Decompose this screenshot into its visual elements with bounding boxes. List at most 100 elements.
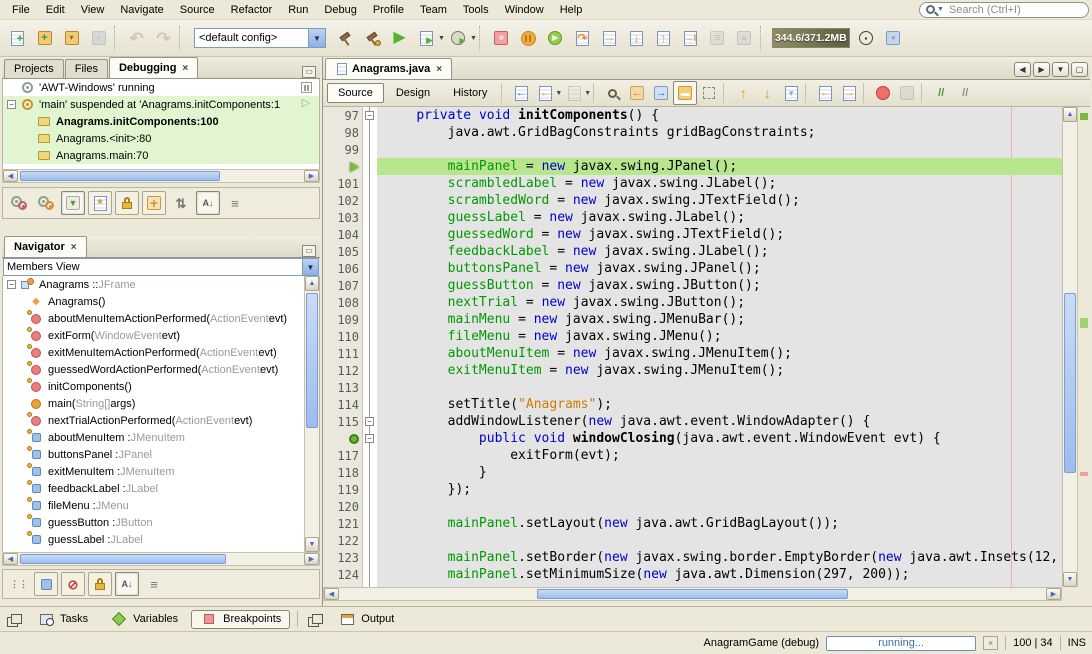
- menu-source[interactable]: Source: [172, 1, 223, 19]
- menu-team[interactable]: Team: [412, 1, 455, 19]
- member-row[interactable]: aboutMenuItem : JMenuItem: [3, 429, 304, 446]
- close-icon[interactable]: ×: [182, 63, 188, 74]
- find-previous-button[interactable]: ←: [625, 81, 649, 105]
- line-number[interactable]: 119: [323, 481, 362, 498]
- previous-bookmark-button[interactable]: ↑: [731, 81, 755, 105]
- scroll-left-arrow[interactable]: ◀: [3, 170, 18, 182]
- line-number[interactable]: 106: [323, 260, 362, 277]
- forward-button[interactable]: →: [562, 81, 586, 105]
- pause-mini[interactable]: [297, 79, 315, 96]
- tab-variables[interactable]: Variables: [101, 610, 187, 629]
- tab-breakpoints[interactable]: Breakpoints: [191, 610, 290, 629]
- menu-profile[interactable]: Profile: [365, 1, 412, 19]
- line-number[interactable]: 101: [323, 175, 362, 192]
- back-button[interactable]: ←: [533, 81, 557, 105]
- line-number[interactable]: [323, 158, 362, 175]
- view-design-button[interactable]: Design: [385, 83, 441, 103]
- fold-toggle-icon[interactable]: −: [365, 111, 374, 120]
- window-group-icon[interactable]: [308, 614, 322, 625]
- take-snapshot-button[interactable]: ●: [731, 25, 758, 52]
- sort-natural-button[interactable]: ≡: [223, 191, 247, 215]
- comment-button[interactable]: //: [929, 81, 953, 105]
- line-number[interactable]: 102: [323, 192, 362, 209]
- line-number[interactable]: 111: [323, 345, 362, 362]
- scrollbar-thumb[interactable]: [1064, 293, 1076, 473]
- stack-frame-row[interactable]: Anagrams.<init>:80: [3, 130, 319, 147]
- navigator-hscrollbar[interactable]: ◀ ▶: [2, 552, 320, 566]
- stack-frame-row[interactable]: Anagrams.main:70: [3, 147, 319, 164]
- code-editor[interactable]: private void initComponents() { java.awt…: [377, 107, 1062, 587]
- stack-frame-row[interactable]: Anagrams.initComponents:100: [3, 113, 319, 130]
- minimize-panel-icon[interactable]: ▭: [302, 245, 316, 257]
- run-project-button[interactable]: ▶: [386, 25, 413, 52]
- scrollbar-thumb[interactable]: [306, 293, 318, 428]
- start-macro-recording-button[interactable]: [871, 81, 895, 105]
- collapse-toggle-icon[interactable]: −: [7, 100, 16, 109]
- line-number[interactable]: 104: [323, 226, 362, 243]
- sort-alphabetically-toggle[interactable]: A↓: [115, 572, 139, 596]
- fold-toggle-icon[interactable]: −: [365, 434, 374, 443]
- line-number[interactable]: 114: [323, 396, 362, 413]
- thread-row[interactable]: −'main' suspended at 'Anagrams.initCompo…: [3, 96, 319, 113]
- debug-tree-hscrollbar[interactable]: ◀ ▶: [2, 169, 320, 183]
- line-number[interactable]: 117: [323, 447, 362, 464]
- line-number[interactable]: 121: [323, 515, 362, 532]
- code-fold-bar[interactable]: − − −: [363, 107, 377, 587]
- line-number[interactable]: 105: [323, 243, 362, 260]
- fold-toggle-icon[interactable]: −: [365, 417, 374, 426]
- menu-view[interactable]: View: [73, 1, 113, 19]
- line-number[interactable]: 124: [323, 566, 362, 583]
- menu-edit[interactable]: Edit: [38, 1, 73, 19]
- suspend-resume-toggle[interactable]: ▼: [61, 191, 85, 215]
- scroll-down-arrow[interactable]: ▼: [1063, 572, 1077, 587]
- show-non-public-toggle[interactable]: [88, 572, 112, 596]
- toggle-highlight-button[interactable]: ▬: [673, 81, 697, 105]
- line-number[interactable]: 108: [323, 294, 362, 311]
- tab-anagrams-java[interactable]: Anagrams.java ×: [325, 58, 452, 79]
- scroll-left-arrow[interactable]: ◀: [324, 588, 339, 600]
- cancel-progress-button[interactable]: ×: [983, 636, 998, 650]
- line-number[interactable]: 123: [323, 549, 362, 566]
- tab-output[interactable]: Output: [329, 610, 403, 629]
- line-number[interactable]: 115: [323, 413, 362, 430]
- member-row[interactable]: exitForm(WindowEvent evt): [3, 327, 304, 344]
- member-row[interactable]: main(String[] args): [3, 395, 304, 412]
- menu-debug[interactable]: Debug: [316, 1, 364, 19]
- scroll-right-arrow[interactable]: ▶: [1046, 588, 1061, 600]
- menu-run[interactable]: Run: [280, 1, 316, 19]
- redo-button[interactable]: ↷: [150, 25, 177, 52]
- editor-vscrollbar[interactable]: ▲ ▼: [1062, 107, 1077, 587]
- scroll-down-arrow[interactable]: ▼: [305, 537, 319, 552]
- find-selection-button[interactable]: [601, 81, 625, 105]
- navigator-vscrollbar[interactable]: ▲ ▼: [304, 276, 319, 552]
- scrollbar-thumb[interactable]: [20, 554, 226, 564]
- check-deadlock-button[interactable]: [7, 191, 31, 215]
- new-project-button[interactable]: +: [31, 25, 58, 52]
- tab-files[interactable]: Files: [65, 59, 108, 78]
- member-row[interactable]: ◆Anagrams(): [3, 293, 304, 310]
- thread-row[interactable]: 'AWT-Windows' running: [3, 79, 319, 96]
- scroll-right-arrow[interactable]: ▶: [304, 553, 319, 565]
- play-mini[interactable]: ▷: [297, 96, 315, 113]
- menu-file[interactable]: File: [4, 1, 38, 19]
- build-project-button[interactable]: [332, 25, 359, 52]
- tab-list-dropdown-icon[interactable]: ▼: [1052, 62, 1069, 77]
- scrollbar-thumb[interactable]: [537, 589, 848, 599]
- navigator-member-tree[interactable]: −Anagrams :: JFrame◆Anagrams()aboutMenuI…: [3, 276, 304, 552]
- line-number[interactable]: 98: [323, 124, 362, 141]
- tab-tasks[interactable]: Tasks: [28, 610, 97, 629]
- line-number[interactable]: 110: [323, 328, 362, 345]
- thread-history-button[interactable]: ⇅: [169, 191, 193, 215]
- line-number[interactable]: 120: [323, 498, 362, 515]
- step-over-expression-button[interactable]: →: [596, 25, 623, 52]
- menu-navigate[interactable]: Navigate: [112, 1, 171, 19]
- line-number[interactable]: 118: [323, 464, 362, 481]
- member-row[interactable]: feedbackLabel : JLabel: [3, 480, 304, 497]
- navigator-root-row[interactable]: −Anagrams :: JFrame: [3, 276, 304, 293]
- line-number[interactable]: 122: [323, 532, 362, 549]
- step-out-button[interactable]: ↑: [650, 25, 677, 52]
- menu-tools[interactable]: Tools: [455, 1, 497, 19]
- member-row[interactable]: nextTrialActionPerformed(ActionEvent evt…: [3, 412, 304, 429]
- member-row[interactable]: buttonsPanel : JPanel: [3, 446, 304, 463]
- collapse-toggle-icon[interactable]: −: [7, 280, 16, 289]
